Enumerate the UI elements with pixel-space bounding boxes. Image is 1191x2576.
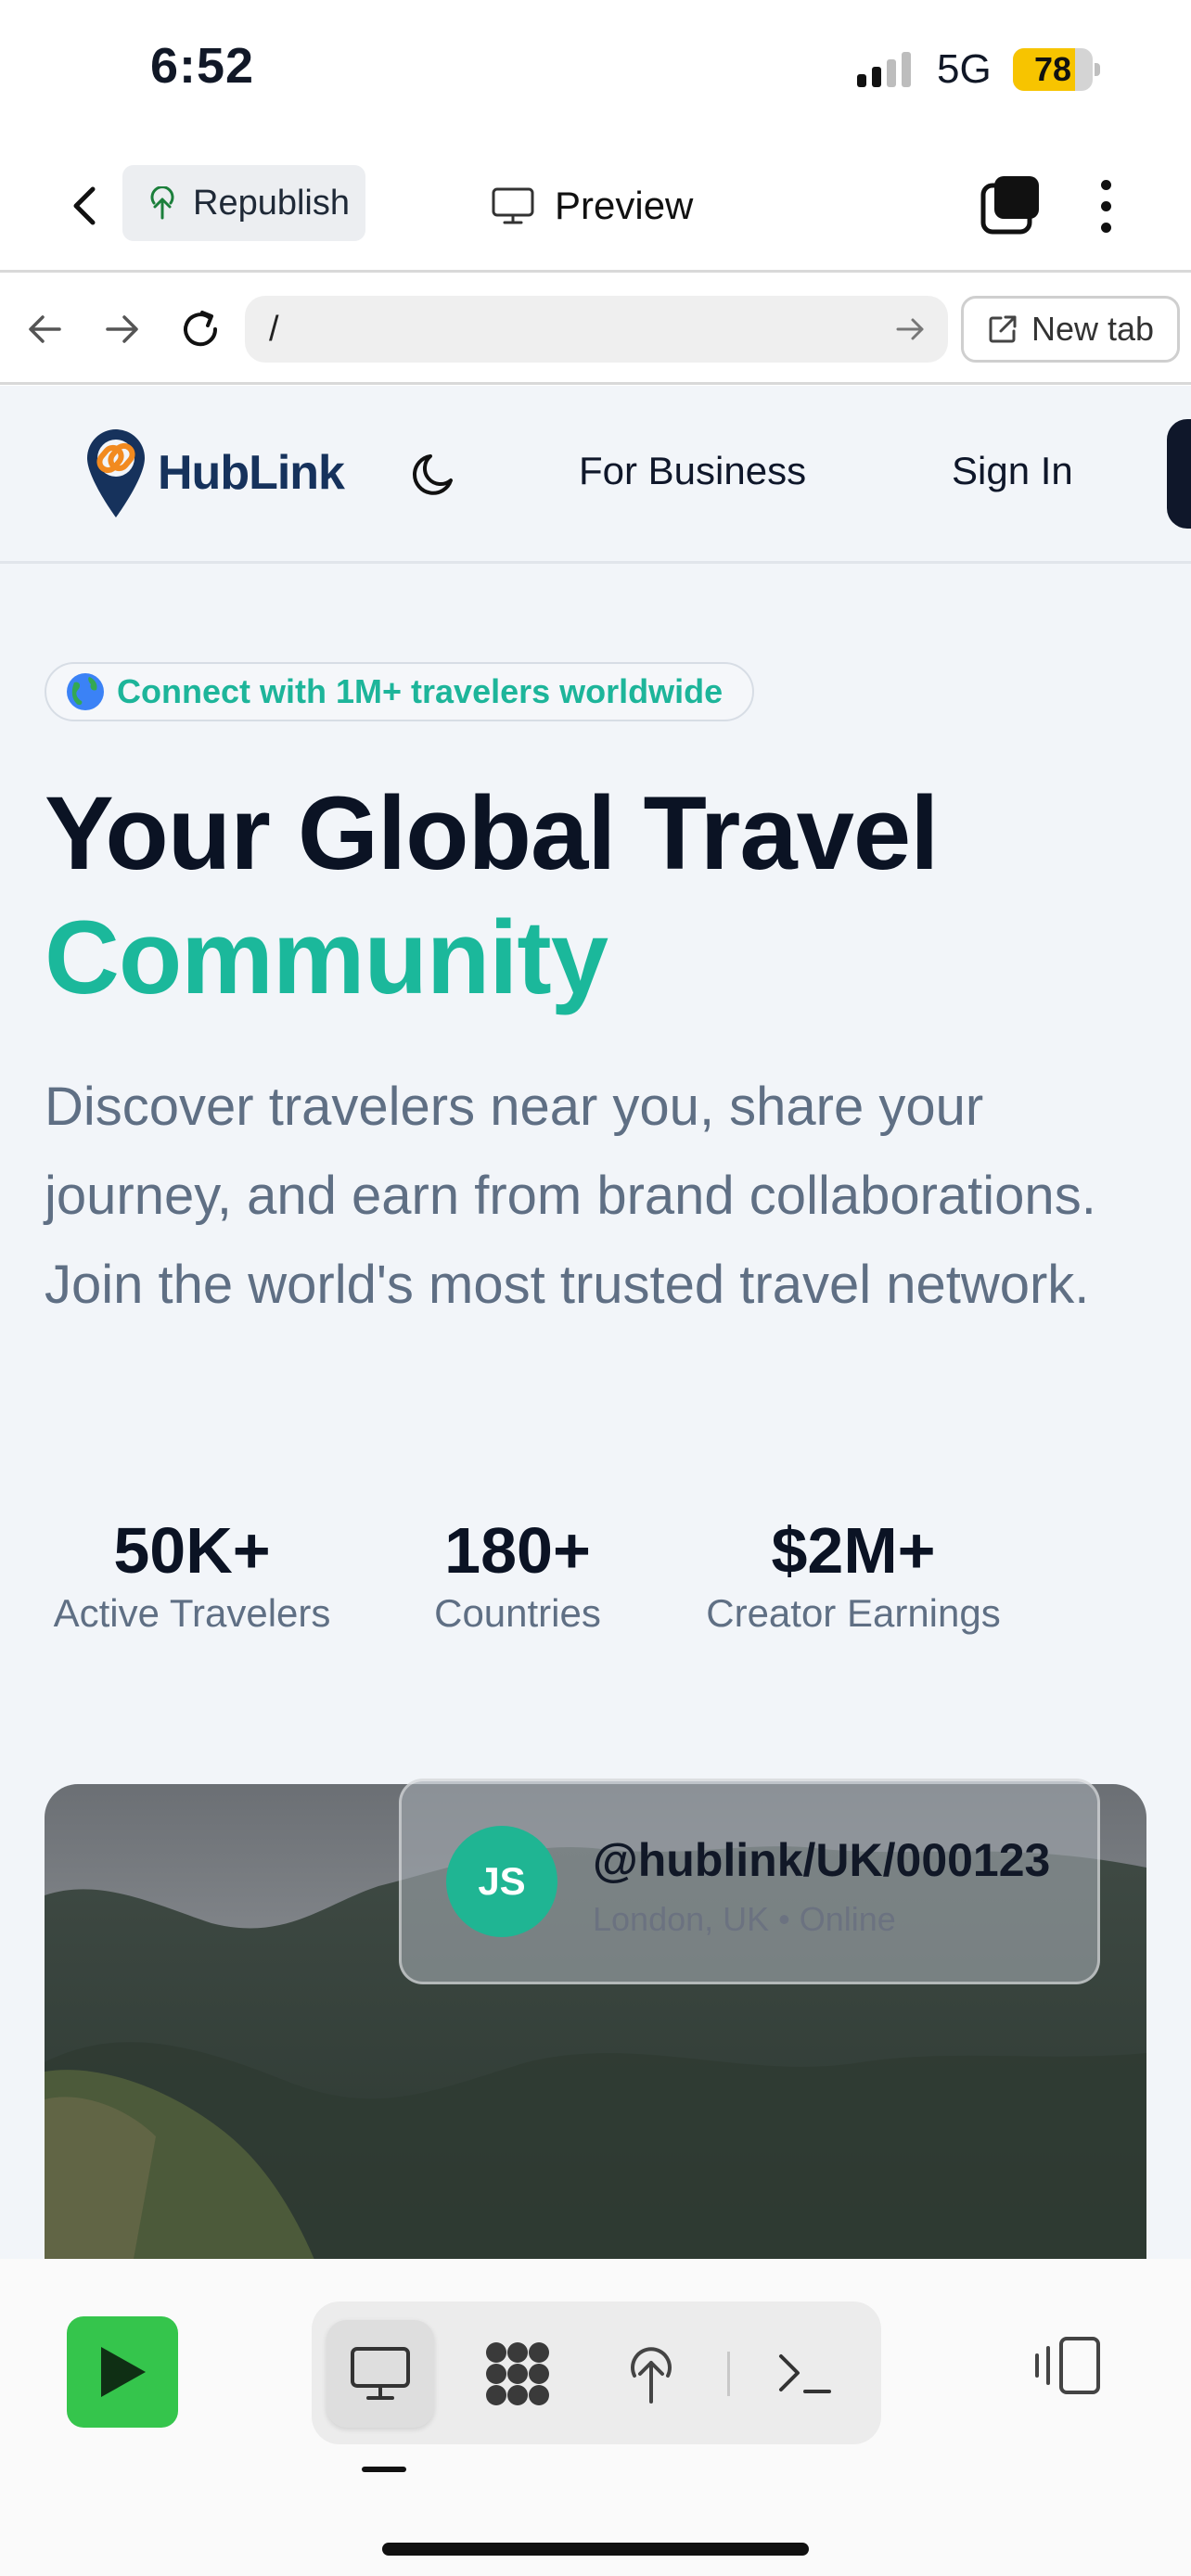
battery-percent: 78: [1033, 50, 1072, 88]
new-tab-label: New tab: [1031, 310, 1155, 348]
active-tab-indicator: [362, 2467, 406, 2472]
republish-label: Republish: [193, 183, 350, 223]
nav-back-button[interactable]: [19, 303, 70, 355]
deploy-icon: [631, 2347, 672, 2404]
stat-value: 180+: [444, 1514, 591, 1587]
hero-subtitle: Discover travelers near you, share your …: [45, 1077, 1096, 1315]
tool-preview[interactable]: [327, 2320, 434, 2428]
arrow-left-icon: [29, 315, 61, 343]
more-options-button[interactable]: [1083, 172, 1128, 239]
preview-tab[interactable]: Preview: [492, 172, 693, 239]
deploy-icon: [150, 186, 174, 220]
stats-row: 50K+ Active Travelers 180+ Countries $2M…: [45, 1513, 1139, 1662]
tabs-icon[interactable]: [978, 172, 1044, 239]
profile-card[interactable]: JS @hublink/UK/000123 London, UK • Onlin…: [399, 1779, 1100, 1984]
arrow-right-icon: [106, 315, 138, 343]
tool-deploy[interactable]: [597, 2320, 705, 2428]
site-viewport: HubLink For Business Sign In Connect wit…: [0, 386, 1191, 2259]
stat-travelers: 50K+ Active Travelers: [45, 1513, 339, 1636]
status-time: 6:52: [150, 38, 255, 94]
globe-icon: [67, 673, 104, 710]
reload-icon: [184, 311, 218, 347]
chevron-left-icon: [73, 186, 96, 225]
nav-link-sign-in[interactable]: Sign In: [952, 449, 1073, 493]
url-input[interactable]: /: [245, 296, 948, 363]
side-panel-icon[interactable]: [1030, 2329, 1104, 2404]
stat-value: $2M+: [771, 1514, 936, 1587]
browser-url-bar: / New tab: [0, 275, 1191, 385]
hero-title: Your Global Travel Community: [45, 772, 939, 1020]
network-type: 5G: [937, 46, 992, 92]
profile-location: London, UK • Online: [593, 1900, 896, 1938]
site-header: HubLink For Business Sign In: [0, 386, 1191, 564]
dot: [1100, 222, 1111, 233]
stat-earnings: $2M+ Creator Earnings: [696, 1513, 1011, 1636]
toolbar-divider: [727, 2352, 730, 2396]
home-indicator: [382, 2543, 809, 2556]
republish-button[interactable]: Republish: [122, 165, 365, 241]
back-button[interactable]: [56, 176, 115, 236]
map-pin-link-icon: [87, 429, 145, 517]
stat-label: Creator Earnings: [706, 1591, 1001, 1635]
monitor-icon: [492, 187, 534, 224]
monitor-icon: [351, 2347, 410, 2400]
grid-icon: [486, 2342, 549, 2405]
dot: [1100, 200, 1111, 211]
view-switcher: [312, 2302, 881, 2444]
stat-label: Countries: [434, 1591, 601, 1635]
nav-forward-button[interactable]: [96, 303, 148, 355]
new-tab-button[interactable]: New tab: [961, 296, 1180, 363]
external-link-icon: [989, 315, 1017, 343]
hero-badge-text: Connect with 1M+ travelers worldwide: [117, 672, 724, 710]
tool-workspace[interactable]: [464, 2320, 571, 2428]
nav-cta-button[interactable]: [1167, 419, 1191, 529]
hero-title-accent: Community: [45, 899, 608, 1015]
signal-icon: [857, 52, 911, 87]
stat-label: Active Travelers: [53, 1591, 331, 1635]
preview-label: Preview: [555, 184, 694, 227]
moon-icon[interactable]: [408, 447, 462, 501]
profile-handle: @hublink/UK/000123: [593, 1834, 1051, 1886]
battery-indicator: 78: [1013, 48, 1100, 91]
hero-title-line1: Your Global Travel: [45, 775, 939, 891]
dot: [1100, 179, 1111, 190]
url-text: /: [269, 309, 279, 349]
run-button[interactable]: [67, 2316, 178, 2428]
hero-badge: Connect with 1M+ travelers worldwide: [45, 662, 755, 721]
go-arrow-icon[interactable]: [892, 311, 929, 348]
stat-countries: 180+ Countries: [425, 1513, 610, 1636]
play-icon: [101, 2347, 146, 2397]
terminal-icon: [779, 2354, 831, 2393]
tool-terminal[interactable]: [751, 2320, 859, 2428]
bottom-toolbar: [0, 2259, 1191, 2576]
logo-text: HubLink: [158, 446, 345, 500]
status-bar: 6:52 5G 78: [0, 0, 1191, 139]
app-bar: Republish Preview: [0, 139, 1191, 273]
reload-button[interactable]: [174, 303, 226, 355]
avatar: JS: [446, 1826, 557, 1937]
site-logo[interactable]: HubLink: [83, 425, 352, 521]
stat-value: 50K+: [113, 1514, 271, 1587]
nav-link-for-business[interactable]: For Business: [579, 449, 806, 493]
